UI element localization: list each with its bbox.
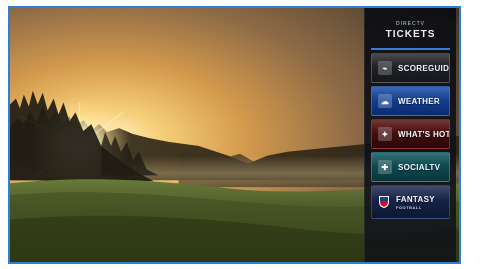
- fantasy-sublabel: FOOTBALL: [396, 204, 422, 210]
- weather-tile[interactable]: ☁ WEATHER: [371, 86, 450, 116]
- socialtv-label: SOCIALTV: [398, 162, 441, 172]
- scoreguide-label: SCOREGUIDE: [398, 63, 450, 73]
- whats-hot-label: WHAT'S HOT: [398, 129, 450, 139]
- nfl-shield-icon: [378, 195, 390, 209]
- tickets-header[interactable]: DIRECTV TICKETS: [371, 12, 450, 50]
- fantasy-football-tile[interactable]: FANTASY FOOTBALL: [371, 185, 450, 219]
- socialtv-tile[interactable]: ✚ SOCIALTV: [371, 152, 450, 182]
- fantasy-label-group: FANTASY FOOTBALL: [396, 195, 435, 210]
- scoreguide-tile[interactable]: ⌁ SCOREGUIDE: [371, 53, 450, 83]
- header-title: TICKETS: [385, 28, 436, 40]
- scoreboard-icon: ⌁: [378, 61, 392, 75]
- weather-icon: ☁: [378, 94, 392, 108]
- flame-icon: ✦: [378, 127, 392, 141]
- header-brand: DIRECTV: [396, 20, 425, 27]
- social-icon: ✚: [378, 160, 392, 174]
- fantasy-label: FANTASY: [396, 194, 435, 204]
- tv-screen: DIRECTV TICKETS ⌁ SCOREGUIDE ☁ WEATHER ✦…: [8, 6, 461, 264]
- sidebar-panel: DIRECTV TICKETS ⌁ SCOREGUIDE ☁ WEATHER ✦…: [364, 8, 456, 262]
- whats-hot-tile[interactable]: ✦ WHAT'S HOT: [371, 119, 450, 149]
- weather-label: WEATHER: [398, 96, 440, 106]
